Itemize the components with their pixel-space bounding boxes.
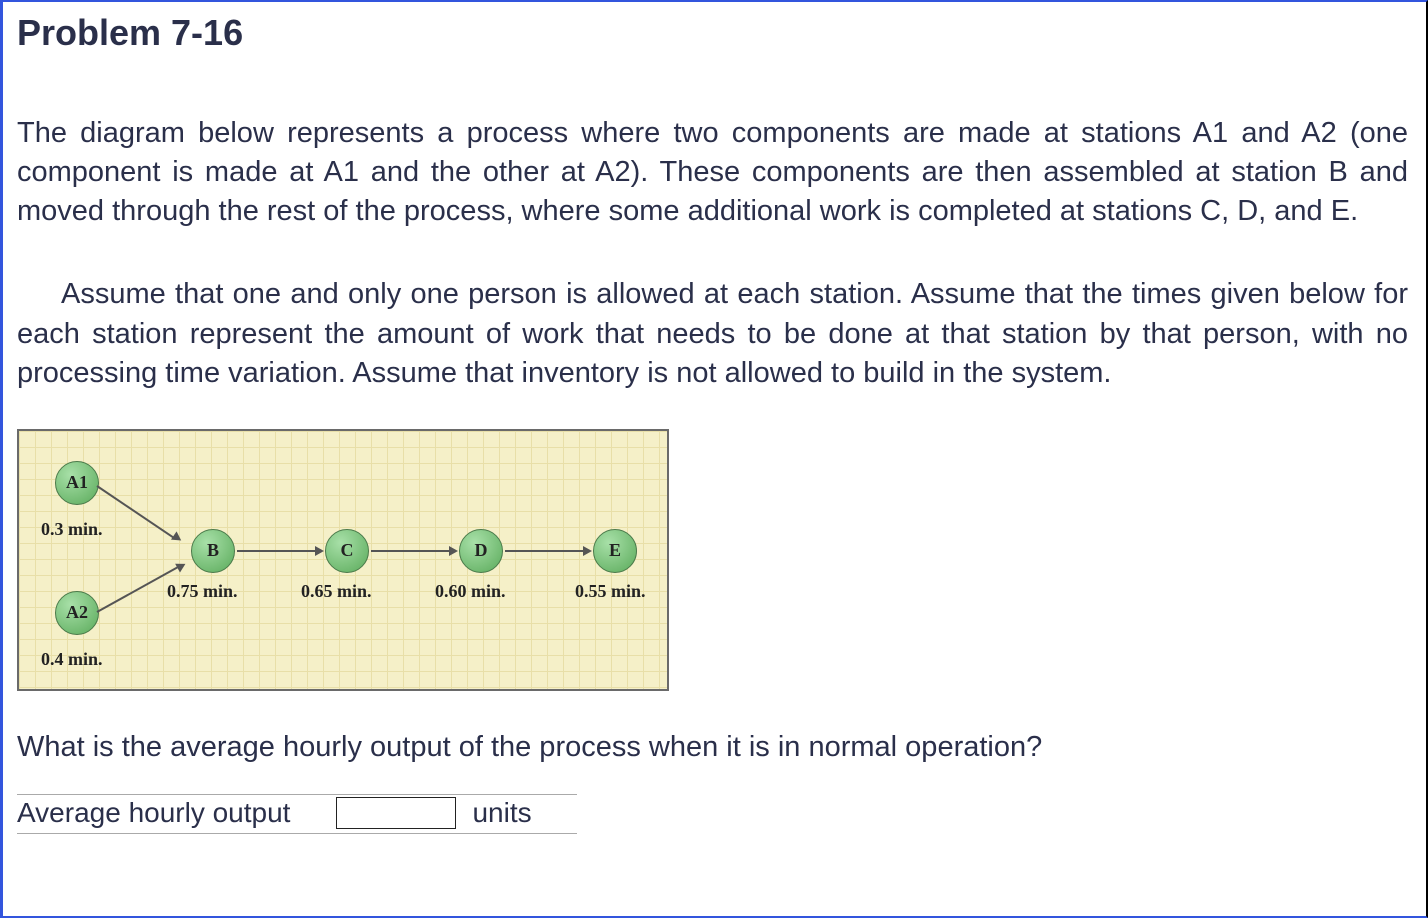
node-c-label: C xyxy=(341,540,354,561)
node-d: D xyxy=(459,529,503,573)
process-diagram: A1 0.3 min. A2 0.4 min. B 0.75 min. C 0.… xyxy=(17,429,669,691)
paragraph-2: Assume that one and only one person is a… xyxy=(17,275,1408,392)
node-a2-time: 0.4 min. xyxy=(41,649,103,670)
node-c: C xyxy=(325,529,369,573)
arrowhead-c-d xyxy=(449,546,458,556)
problem-title: Problem 7-16 xyxy=(17,12,1408,54)
node-a1: A1 xyxy=(55,461,99,505)
answer-input[interactable] xyxy=(336,797,456,829)
node-d-time: 0.60 min. xyxy=(435,581,506,602)
node-a2-label: A2 xyxy=(66,602,88,623)
arrowhead-d-e xyxy=(583,546,592,556)
node-b-label: B xyxy=(207,540,219,561)
node-e: E xyxy=(593,529,637,573)
node-d-label: D xyxy=(475,540,488,561)
node-e-label: E xyxy=(609,540,621,561)
node-e-time: 0.55 min. xyxy=(575,581,646,602)
question-text: What is the average hourly output of the… xyxy=(17,731,1408,764)
arrow-a1-b xyxy=(96,485,175,539)
paragraph-1: The diagram below represents a process w… xyxy=(17,114,1408,231)
node-a1-label: A1 xyxy=(66,472,88,493)
arrowhead-b-c xyxy=(315,546,324,556)
arrowhead-a1-b xyxy=(171,531,184,544)
node-a2: A2 xyxy=(55,591,99,635)
arrow-d-e xyxy=(505,550,583,552)
arrowhead-a2-b xyxy=(175,559,188,572)
answer-units: units xyxy=(472,797,531,829)
arrow-b-c xyxy=(237,550,315,552)
arrow-c-d xyxy=(371,550,449,552)
problem-container: Problem 7-16 The diagram below represent… xyxy=(0,0,1428,918)
answer-row: Average hourly output units xyxy=(17,794,577,834)
node-c-time: 0.65 min. xyxy=(301,581,372,602)
node-b: B xyxy=(191,529,235,573)
node-b-time: 0.75 min. xyxy=(167,581,238,602)
node-a1-time: 0.3 min. xyxy=(41,519,103,540)
answer-label: Average hourly output xyxy=(17,797,320,829)
